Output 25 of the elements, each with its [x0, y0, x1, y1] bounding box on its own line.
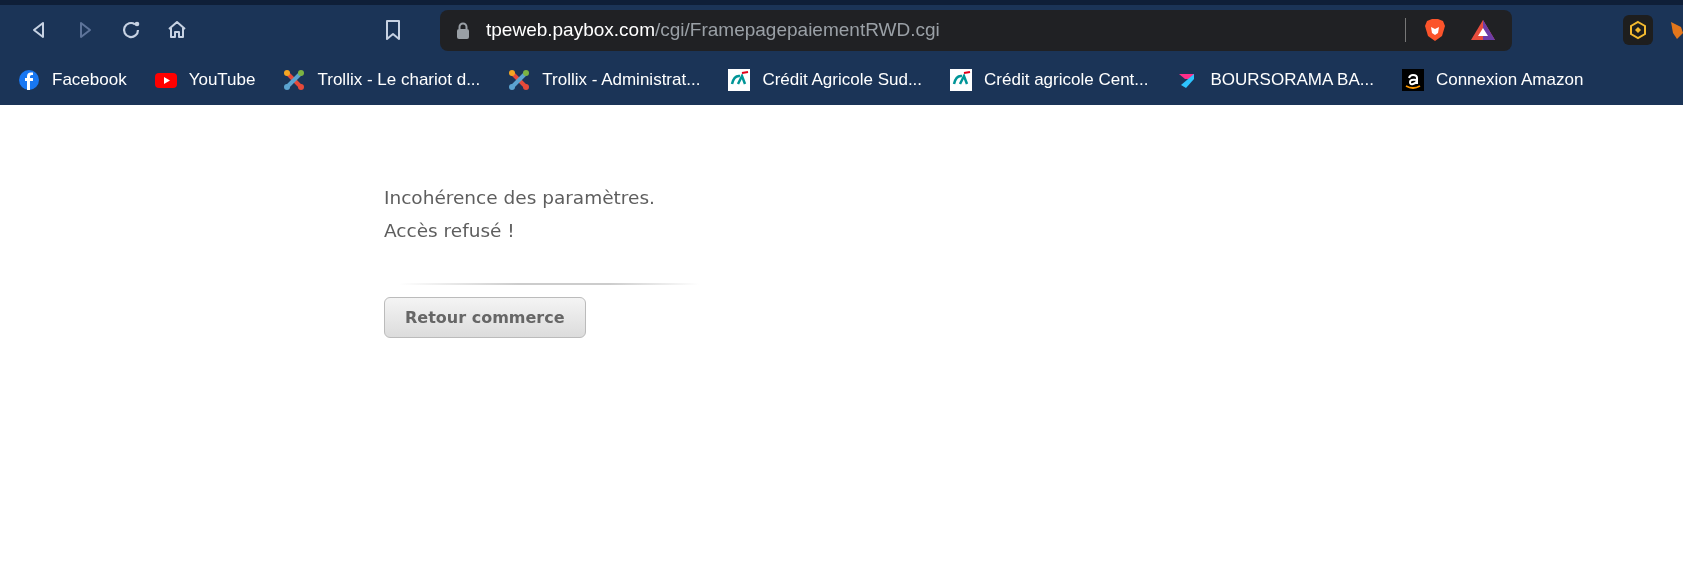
triangle-icon[interactable]	[1470, 19, 1496, 41]
bookmark-item[interactable]: Crédit agricole Cent...	[950, 67, 1149, 93]
bookmark-item[interactable]: Facebook	[18, 67, 127, 93]
puzzle-icon	[283, 69, 306, 91]
bookmark-item[interactable]: BOURSORAMA BA...	[1176, 67, 1374, 93]
url-path: /cgi/FramepagepaiementRWD.cgi	[655, 17, 940, 42]
facebook-icon	[18, 69, 40, 91]
lion-icon[interactable]	[1424, 18, 1446, 42]
return-button[interactable]: Retour commerce	[384, 297, 586, 338]
bookmark-icon	[383, 19, 403, 41]
bank-logo-icon	[728, 69, 751, 91]
extension-icon[interactable]	[1623, 15, 1653, 45]
message-text: Incohérence des paramètres.	[384, 186, 655, 210]
bookmark-item[interactable]: Trollix - Administrat...	[508, 67, 701, 93]
lock-icon	[456, 21, 470, 39]
message-text: Accès refusé !	[384, 219, 515, 243]
bank-logo-icon	[950, 69, 973, 91]
url-host: tpeweb.paybox.com	[486, 17, 655, 42]
address-bar[interactable]: tpeweb.paybox.com/cgi/FramepagepaiementRWD.cgi	[440, 9, 1512, 51]
bookmark-item[interactable]: YouTube	[154, 67, 256, 93]
bookmark-item[interactable]: Crédit Agricole Sud...	[728, 67, 923, 93]
amazon-icon	[1401, 69, 1424, 91]
puzzle-icon	[508, 69, 531, 91]
bookmark-item[interactable]: Connexion Amazon	[1401, 67, 1584, 93]
bookmark-item[interactable]: Trollix - Le chariot d...	[283, 67, 481, 93]
